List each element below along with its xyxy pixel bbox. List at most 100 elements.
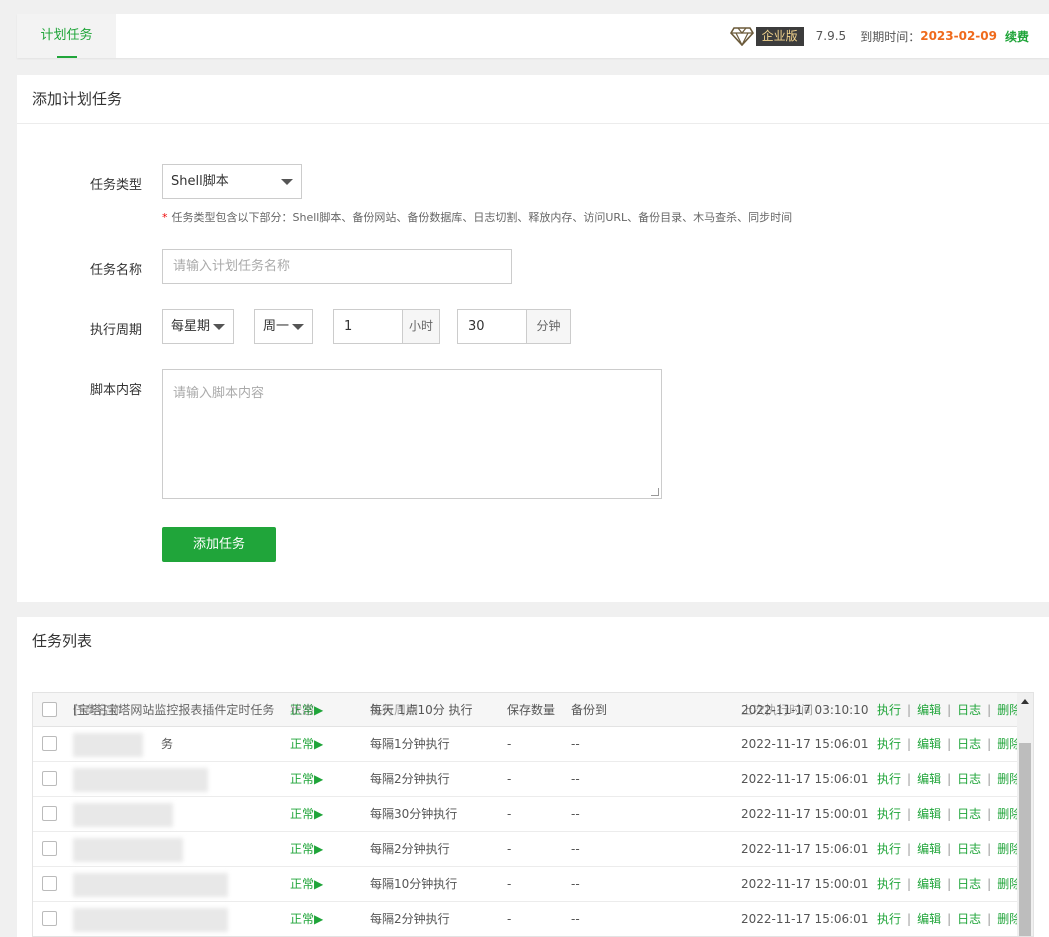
task-type-value: Shell脚本	[171, 174, 229, 189]
period-type-select[interactable]: 每星期	[162, 309, 234, 344]
task-backup-to: --	[571, 877, 580, 891]
action-log[interactable]: 日志	[957, 807, 981, 821]
diamond-icon	[729, 27, 754, 46]
task-status[interactable]: 正常▶	[290, 867, 323, 901]
row-actions: 执行 | 编辑 | 日志 | 删除	[877, 912, 1022, 926]
task-period: 每隔2分钟执行	[370, 842, 450, 856]
add-task-button[interactable]: 添加任务	[162, 527, 276, 562]
tab-cron[interactable]: 计划任务	[17, 14, 116, 58]
task-status[interactable]: 正常▶	[290, 902, 323, 936]
action-edit[interactable]: 编辑	[917, 912, 941, 926]
action-edit[interactable]: 编辑	[917, 703, 941, 717]
action-run[interactable]: 执行	[877, 737, 901, 751]
row-actions: 执行 | 编辑 | 日志 | 删除	[877, 842, 1022, 856]
action-run[interactable]: 执行	[877, 772, 901, 786]
add-task-panel: 添加计划任务 任务类型 Shell脚本 * 任务类型包含以下部分：Shell脚本、…	[17, 75, 1049, 602]
task-name: 务	[161, 737, 174, 751]
action-edit[interactable]: 编辑	[917, 807, 941, 821]
version-number: 7.9.5	[815, 29, 847, 43]
caret-down-icon	[281, 178, 293, 185]
action-edit[interactable]: 编辑	[917, 842, 941, 856]
task-backup-to: --	[571, 737, 580, 751]
caret-down-icon	[213, 323, 225, 330]
action-run[interactable]: 执行	[877, 877, 901, 891]
row-checkbox[interactable]	[42, 876, 57, 891]
task-backup-to: --	[571, 807, 580, 821]
action-log[interactable]: 日志	[957, 842, 981, 856]
period-label: 执行周期	[89, 323, 142, 338]
action-edit[interactable]: 编辑	[917, 877, 941, 891]
row-checkbox[interactable]	[42, 771, 57, 786]
header-backup-to: 备份到	[571, 703, 608, 717]
resize-handle-icon[interactable]	[651, 488, 659, 496]
minute-unit: 分钟	[527, 309, 571, 344]
task-backup-to: --	[571, 842, 580, 856]
task-status[interactable]: 正常▶	[290, 797, 323, 831]
row-actions: 执行 | 编辑 | 日志 | 删除	[877, 772, 1022, 786]
table-row: 正常▶ 每隔2分钟执行 - -- 2022-11-17 15:06:01 执行 |…	[33, 762, 1033, 797]
edition-badge[interactable]: 企业版	[755, 26, 804, 46]
header-save-count: 保存数量	[507, 703, 556, 717]
table-scrollbar[interactable]	[1017, 693, 1033, 936]
action-edit[interactable]: 编辑	[917, 772, 941, 786]
action-run[interactable]: 执行	[877, 842, 901, 856]
redacted-name	[73, 803, 173, 827]
task-backup-to: --	[571, 772, 580, 786]
action-log[interactable]: 日志	[957, 912, 981, 926]
header-actions: 执行 | 编辑 | 日志 | 删除	[877, 703, 1022, 717]
action-log[interactable]: 日志	[957, 772, 981, 786]
row-checkbox[interactable]	[42, 841, 57, 856]
task-status[interactable]: 正常▶	[290, 832, 323, 866]
task-save-count: -	[507, 842, 512, 856]
task-status[interactable]: 正常▶	[290, 727, 323, 761]
task-period: 每隔1分钟执行	[370, 737, 450, 751]
action-log[interactable]: 日志	[957, 703, 981, 717]
task-type-hint: * 任务类型包含以下部分：Shell脚本、备份网站、备份数据库、日志切割、释放内存…	[162, 209, 792, 225]
table-row: 正常▶ 每隔2分钟执行 - -- 2022-11-17 15:06:01 执行 |…	[33, 832, 1033, 867]
redacted-name	[73, 733, 143, 757]
action-run[interactable]: 执行	[877, 807, 901, 821]
action-run[interactable]: 执行	[877, 912, 901, 926]
task-name-input[interactable]: 请输入计划任务名称	[162, 249, 512, 284]
task-last-time: 2022-11-17 15:06:01	[741, 772, 869, 786]
action-log[interactable]: 日志	[957, 877, 981, 891]
action-run[interactable]: 执行	[877, 703, 901, 717]
renew-link[interactable]: 续费	[1005, 28, 1029, 45]
table-row: 务 正常▶ 每隔1分钟执行 - -- 2022-11-17 15:06:01 执…	[33, 727, 1033, 762]
arrow-up-icon[interactable]	[1021, 699, 1029, 704]
task-status[interactable]: 正常▶	[290, 762, 323, 796]
task-type-select[interactable]: Shell脚本	[162, 164, 302, 199]
period-type-value: 每星期	[171, 319, 211, 334]
task-save-count: -	[507, 877, 512, 891]
table-header: [宝塔]宝塔网站监控报表插件定时任务 任务名称 正常▶ 状态 每天 1点10分 …	[33, 693, 1033, 727]
table-row: 正常▶ 每隔10分钟执行 - -- 2022-11-17 15:00:01 执行…	[33, 867, 1033, 902]
table-row: 正常▶ 每隔30分钟执行 - -- 2022-11-17 15:00:01 执行…	[33, 797, 1033, 832]
task-period: 每隔10分钟执行	[370, 877, 458, 891]
row-checkbox[interactable]	[42, 806, 57, 821]
header-last-time: 上次执行时间	[741, 703, 814, 717]
script-textarea[interactable]: 请输入脚本内容	[162, 369, 662, 499]
minute-input[interactable]: 30	[457, 309, 527, 344]
hint-text: 任务类型包含以下部分：Shell脚本、备份网站、备份数据库、日志切割、释放内存、…	[171, 211, 793, 224]
row-actions: 执行 | 编辑 | 日志 | 删除	[877, 877, 1022, 891]
script-placeholder: 请输入脚本内容	[173, 386, 265, 401]
task-table: [宝塔]宝塔网站监控报表插件定时任务 任务名称 正常▶ 状态 每天 1点10分 …	[32, 692, 1034, 937]
row-checkbox[interactable]	[42, 736, 57, 751]
task-last-time: 2022-11-17 15:00:01	[741, 807, 869, 821]
task-period: 每隔2分钟执行	[370, 912, 450, 926]
hour-input[interactable]: 1	[333, 309, 403, 344]
expire-date: 2023-02-09	[920, 29, 997, 43]
action-edit[interactable]: 编辑	[917, 737, 941, 751]
action-log[interactable]: 日志	[957, 737, 981, 751]
task-type-label: 任务类型	[89, 178, 142, 193]
select-all-checkbox[interactable]	[42, 702, 57, 717]
weekday-select[interactable]: 周一	[254, 309, 313, 344]
task-save-count: -	[507, 807, 512, 821]
task-last-time: 2022-11-17 15:00:01	[741, 877, 869, 891]
task-save-count: -	[507, 737, 512, 751]
scrollbar-thumb[interactable]	[1019, 743, 1031, 936]
expire-label: 到期时间：	[860, 29, 921, 44]
task-last-time: 2022-11-17 15:06:01	[741, 842, 869, 856]
caret-down-icon	[292, 323, 304, 330]
row-checkbox[interactable]	[42, 911, 57, 926]
